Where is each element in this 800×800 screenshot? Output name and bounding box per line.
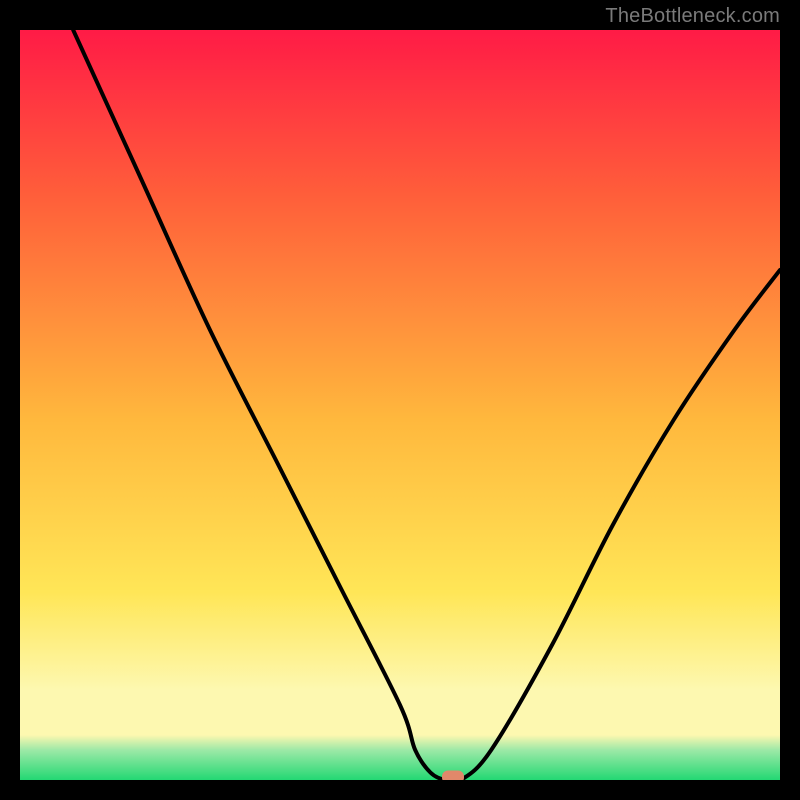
optimal-point-marker (442, 771, 464, 781)
plot-area (20, 30, 780, 780)
chart-stage: TheBottleneck.com (0, 0, 800, 800)
watermark-text: TheBottleneck.com (605, 5, 780, 28)
bottleneck-curve (20, 30, 780, 780)
